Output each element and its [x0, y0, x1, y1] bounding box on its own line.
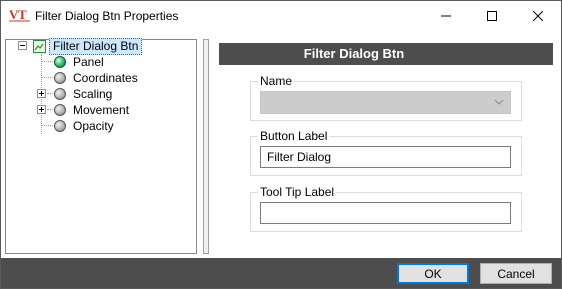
tooltip-label-group-title: Tool Tip Label — [258, 185, 337, 199]
property-tree[interactable]: Filter Dialog Btn Panel Coordinates Scal… — [5, 37, 197, 254]
panel-header: Filter Dialog Btn — [219, 43, 553, 65]
ok-button[interactable]: OK — [397, 263, 469, 284]
tree-item-panel[interactable]: Panel — [54, 54, 107, 70]
picture-icon — [33, 39, 46, 53]
cancel-button[interactable]: Cancel — [480, 263, 552, 284]
tree-item-label: Panel — [73, 54, 104, 69]
tree-item-label: Filter Dialog Btn — [49, 37, 143, 55]
tree-expand-toggle-scaling[interactable] — [37, 89, 46, 98]
tree-connector — [47, 109, 53, 110]
panel-header-title: Filter Dialog Btn — [303, 46, 405, 61]
tooltip-label-input[interactable] — [260, 202, 511, 224]
chevron-down-icon — [494, 99, 504, 105]
name-group: Name — [250, 74, 522, 121]
tree-item-label: Opacity — [73, 118, 114, 133]
grey-ball-icon — [54, 104, 66, 116]
grey-ball-icon — [54, 88, 66, 100]
close-button[interactable] — [515, 1, 561, 31]
button-label-input[interactable]: Filter Dialog — [260, 146, 511, 168]
button-bar: OK Cancel — [1, 258, 561, 288]
tree-item-scaling[interactable]: Scaling — [54, 86, 115, 102]
tree-item-coordinates[interactable]: Coordinates — [54, 70, 141, 86]
button-label-group: Button Label Filter Dialog — [250, 129, 522, 176]
tree-collapse-toggle[interactable] — [18, 41, 27, 50]
tree-connector — [41, 61, 53, 62]
minimize-icon — [441, 15, 451, 17]
tree-item-opacity[interactable]: Opacity — [54, 118, 117, 134]
tree-item-label: Scaling — [73, 86, 113, 101]
tooltip-label-group: Tool Tip Label — [250, 185, 522, 232]
panel-splitter[interactable] — [203, 39, 209, 254]
name-combobox[interactable] — [260, 91, 511, 114]
tree-connector — [41, 77, 53, 78]
tree-item-label: Movement — [73, 102, 130, 117]
tree-item-filter-dialog-btn[interactable]: Filter Dialog Btn — [33, 37, 143, 55]
tree-item-movement[interactable]: Movement — [54, 102, 132, 118]
minimize-button[interactable] — [423, 1, 469, 31]
vt-app-icon: V T — [9, 7, 30, 22]
tree-connector — [41, 125, 53, 126]
title-bar: V T Filter Dialog Btn Properties — [1, 1, 561, 31]
svg-text:T: T — [18, 7, 27, 22]
grey-ball-icon — [54, 72, 66, 84]
dialog-body: Filter Dialog Btn Panel Coordinates Scal… — [1, 31, 561, 258]
tree-item-label: Coordinates — [73, 70, 138, 85]
maximize-icon — [487, 11, 497, 21]
green-ball-icon — [54, 56, 66, 68]
close-icon — [533, 11, 543, 21]
maximize-button[interactable] — [469, 1, 515, 31]
tree-connector — [47, 93, 53, 94]
window-title: Filter Dialog Btn Properties — [35, 9, 179, 23]
name-group-title: Name — [258, 74, 295, 88]
grey-ball-icon — [54, 120, 66, 132]
tree-expand-toggle-movement[interactable] — [37, 105, 46, 114]
button-label-group-title: Button Label — [258, 129, 330, 143]
properties-dialog: V T Filter Dialog Btn Properties Filter … — [0, 0, 562, 289]
